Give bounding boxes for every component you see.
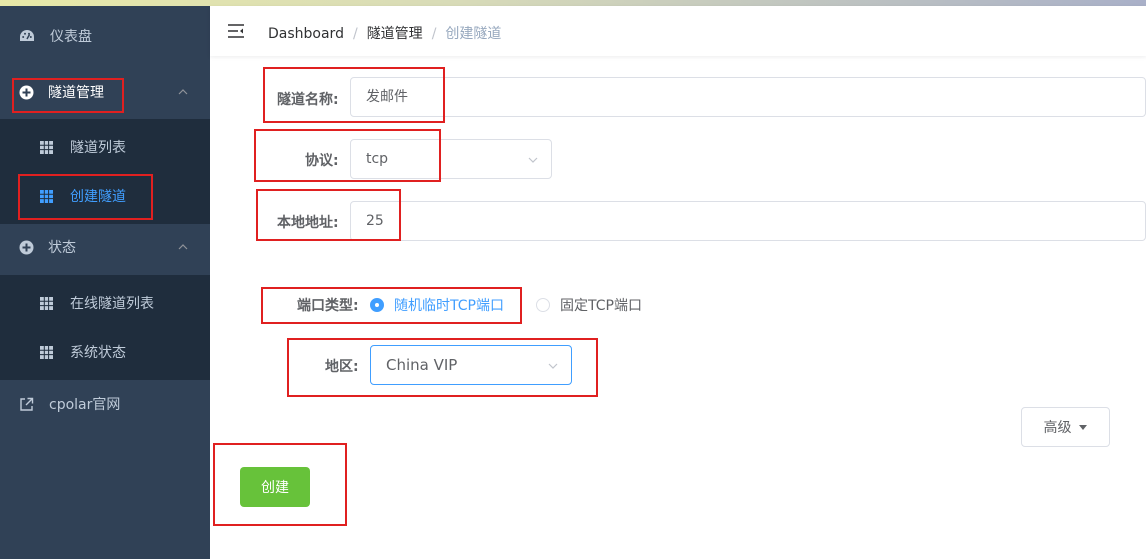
- sidebar-item-label: 创建隧道: [70, 189, 126, 205]
- grid-icon: [40, 140, 53, 154]
- radio-fixed-tcp-port[interactable]: 固定TCP端口: [536, 295, 642, 315]
- advanced-button-label: 高级: [1043, 420, 1072, 436]
- protocol-label: 协议:: [305, 153, 339, 169]
- protocol-value: tcp: [366, 151, 389, 167]
- radio-dot: [370, 298, 384, 312]
- sidebar-item-label: cpolar官网: [49, 397, 121, 413]
- chevron-down-icon: [548, 363, 558, 369]
- sidebar: 仪表盘 隧道管理 隧道列表 创建隧道 状态 在线隧道列表 系统状态 cpolar…: [0, 6, 210, 559]
- radio-dot: [536, 298, 550, 312]
- breadcrumb: Dashboard / 隧道管理 / 创建隧道: [268, 23, 501, 43]
- sidebar-item-label: 状态: [48, 240, 76, 256]
- sidebar-item-label: 仪表盘: [50, 29, 92, 45]
- region-select[interactable]: China VIP: [370, 345, 572, 385]
- sidebar-item-label: 隧道列表: [70, 140, 126, 156]
- dashboard-icon: [19, 29, 35, 43]
- caret-down-icon: [1078, 425, 1087, 430]
- grid-icon: [40, 189, 53, 203]
- breadcrumb-dashboard[interactable]: Dashboard: [268, 26, 344, 42]
- port-type-label: 端口类型:: [297, 298, 359, 314]
- region-label: 地区:: [325, 359, 359, 375]
- breadcrumb-current: 创建隧道: [445, 26, 502, 42]
- sidebar-item-status[interactable]: 状态: [0, 219, 210, 275]
- sidebar-item-dashboard[interactable]: 仪表盘: [0, 8, 210, 64]
- sidebar-item-online-tunnels[interactable]: 在线隧道列表: [0, 275, 210, 331]
- chevron-up-icon: [178, 89, 188, 95]
- breadcrumb-separator: /: [431, 26, 437, 42]
- radio-label: 随机临时TCP端口: [394, 298, 504, 314]
- tunnel-name-input[interactable]: 发邮件: [350, 77, 1146, 117]
- top-navbar: Dashboard / 隧道管理 / 创建隧道: [210, 6, 1146, 56]
- breadcrumb-tunnel-management[interactable]: 隧道管理: [367, 26, 423, 42]
- tunnel-name-label: 隧道名称:: [277, 92, 339, 108]
- radio-random-tcp-port[interactable]: 随机临时TCP端口: [370, 295, 504, 315]
- grid-icon: [40, 345, 53, 359]
- sidebar-item-label: 系统状态: [70, 345, 126, 361]
- local-address-input[interactable]: 25: [350, 201, 1146, 241]
- hamburger-icon[interactable]: [228, 24, 244, 42]
- chevron-up-icon: [178, 244, 188, 250]
- circle-plus-icon: [19, 85, 34, 100]
- grid-icon: [40, 296, 53, 310]
- chevron-down-icon: [528, 157, 538, 163]
- sidebar-item-tunnel-list[interactable]: 隧道列表: [0, 119, 210, 175]
- protocol-select[interactable]: tcp: [350, 139, 552, 179]
- circle-plus-icon: [19, 240, 34, 255]
- external-link-icon: [19, 397, 34, 412]
- sidebar-item-system-status[interactable]: 系统状态: [0, 324, 210, 380]
- advanced-button[interactable]: 高级: [1021, 407, 1110, 447]
- create-button[interactable]: 创建: [240, 467, 310, 507]
- local-address-label: 本地地址:: [277, 215, 339, 231]
- sidebar-item-label: 隧道管理: [48, 85, 104, 101]
- region-value: China VIP: [386, 356, 458, 374]
- sidebar-item-label: 在线隧道列表: [70, 296, 154, 312]
- radio-label: 固定TCP端口: [560, 298, 642, 314]
- sidebar-item-tunnel-management[interactable]: 隧道管理: [0, 64, 210, 120]
- breadcrumb-separator: /: [352, 26, 358, 42]
- sidebar-item-create-tunnel[interactable]: 创建隧道: [0, 168, 210, 224]
- sidebar-item-cpolar-website[interactable]: cpolar官网: [0, 376, 210, 432]
